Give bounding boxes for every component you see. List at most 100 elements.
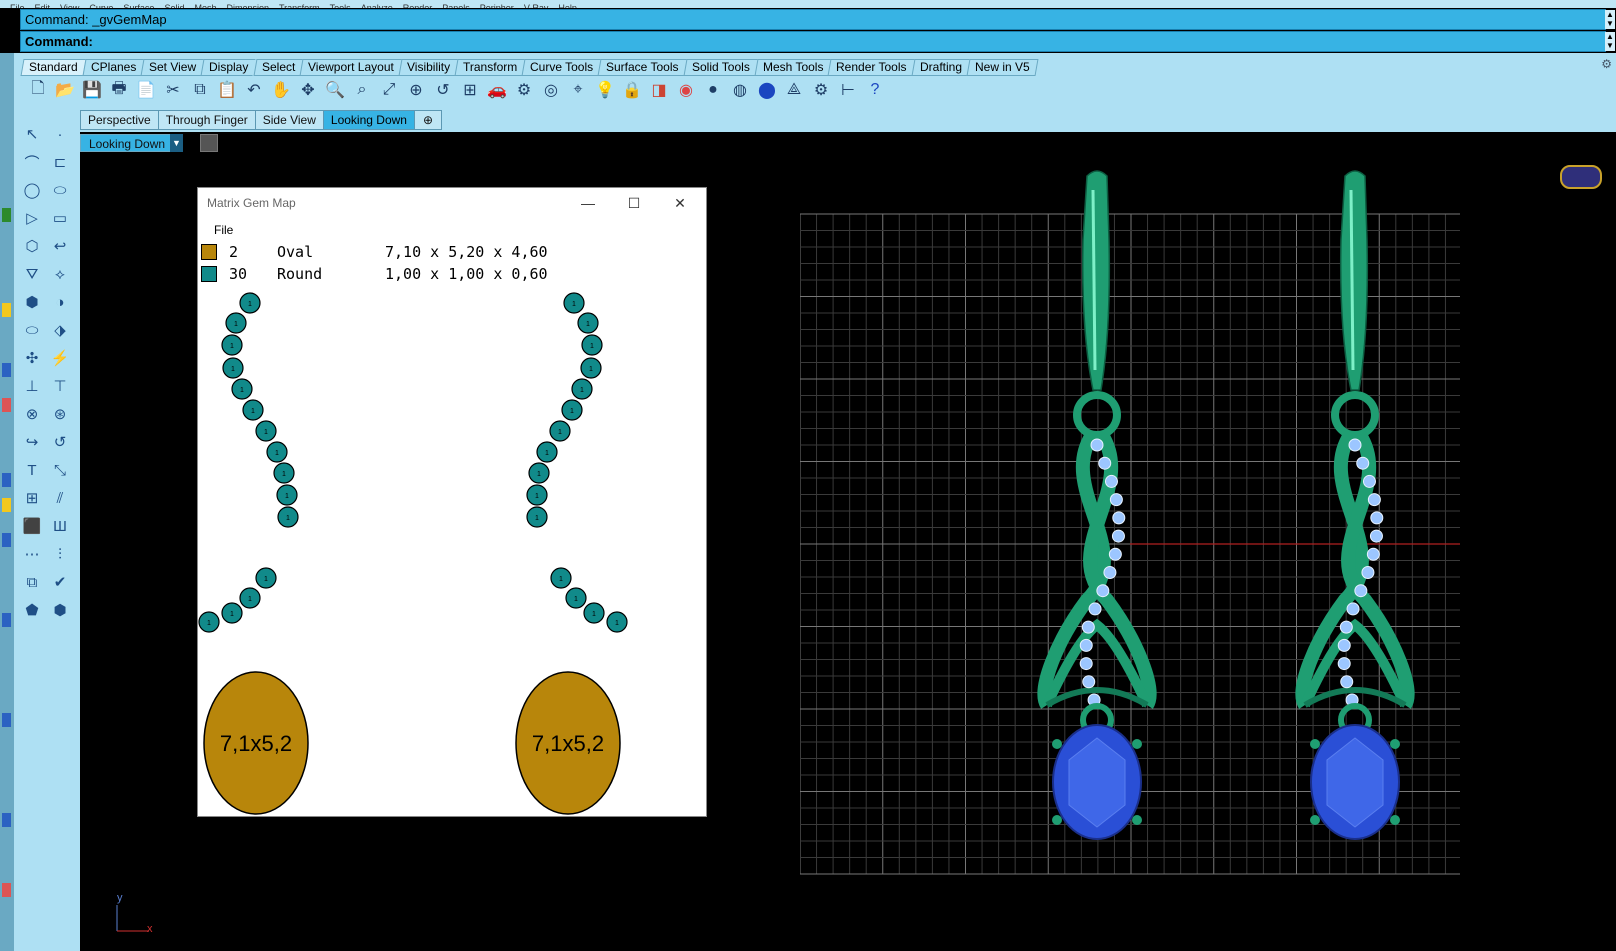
toolbar-tab[interactable]: Display	[200, 59, 257, 76]
import-icon[interactable]: 📄	[134, 79, 158, 101]
toolbar-tab[interactable]: Curve Tools	[521, 59, 601, 76]
light-bulb-icon[interactable]: 💡	[593, 79, 617, 101]
tool-icon[interactable]: ⤡	[46, 458, 74, 482]
lock-icon[interactable]: 🔒	[620, 79, 644, 101]
toolbar-tab[interactable]: Surface Tools	[597, 59, 687, 76]
tool-icon[interactable]: ⫽	[46, 486, 74, 510]
tool-icon[interactable]: ⊏	[46, 150, 74, 174]
close-button[interactable]: ✕	[660, 192, 700, 214]
color-wheel-icon[interactable]: ◉	[674, 79, 698, 101]
toolbar-tab[interactable]: Visibility	[398, 59, 458, 76]
rotate-view-icon[interactable]: ✥	[296, 79, 320, 101]
toolbar-tab[interactable]: Standard	[20, 59, 86, 76]
snap-icon[interactable]: ◎	[539, 79, 563, 101]
tool-icon[interactable]: ⬢	[46, 598, 74, 622]
menu-item[interactable]: Mesh	[194, 3, 216, 9]
toolbar-tab[interactable]: Transform	[454, 59, 525, 76]
dimension-icon[interactable]: ⊢	[836, 79, 860, 101]
tool-icon[interactable]: ↺	[46, 430, 74, 454]
options-icon[interactable]: ⚙	[512, 79, 536, 101]
rendered-sphere-icon[interactable]: ◍	[728, 79, 752, 101]
tool-icon[interactable]: ↖	[18, 122, 46, 146]
menu-item[interactable]: Dimension	[226, 3, 269, 9]
maximize-button[interactable]: ☐	[614, 192, 654, 214]
tool-icon[interactable]: ▭	[46, 206, 74, 230]
undo-view-icon[interactable]: ↺	[431, 79, 455, 101]
tool-icon[interactable]: ⬢	[18, 290, 46, 314]
tool-icon[interactable]: ✣	[18, 346, 46, 370]
toolbar-tab[interactable]: Solid Tools	[683, 59, 758, 76]
menu-item[interactable]: V-Ray	[524, 3, 549, 9]
zoom-window-icon[interactable]: ⌕	[350, 79, 374, 101]
minimize-button[interactable]: —	[568, 192, 608, 214]
four-viewports-icon[interactable]: ⊞	[458, 79, 482, 101]
menu-item[interactable]: Transform	[279, 3, 320, 9]
tool-icon[interactable]: Ш	[46, 514, 74, 538]
tool-icon[interactable]: ↪	[18, 430, 46, 454]
menu-item[interactable]: Curve	[89, 3, 113, 9]
tool-icon[interactable]: ⚡	[46, 346, 74, 370]
tool-icon[interactable]: ⧉	[18, 570, 46, 594]
viewport-tab[interactable]: Through Finger	[157, 110, 255, 130]
tool-icon[interactable]: ⋯	[18, 542, 46, 566]
viewport-title-dropdown[interactable]: Looking Down	[80, 134, 183, 152]
menu-item[interactable]: Surface	[123, 3, 154, 9]
viewport-tab[interactable]: Looking Down	[322, 110, 414, 130]
chevron-down-icon[interactable]: ▼	[170, 134, 183, 152]
tool-icon[interactable]: ⬛	[18, 514, 46, 538]
tool-icon[interactable]: ◯	[18, 178, 46, 202]
menu-item[interactable]: Panels	[442, 3, 470, 9]
menu-item[interactable]: Help	[558, 3, 577, 9]
zoom-selected-icon[interactable]: ⊕	[404, 79, 428, 101]
gem-map-window[interactable]: 1 1 1 1 1 1 1 1 1 1 1 1 1 1 1 1 1 1 1 1 1 1 1 1 1 1 1 1 1 1 7,1x5,2 7,1…	[197, 187, 707, 817]
save-icon[interactable]: 💾	[80, 79, 104, 101]
tool-icon[interactable]: ⛛	[18, 262, 46, 286]
render-blue-icon[interactable]: ⬤	[755, 79, 779, 101]
print-icon[interactable]: 🖶	[107, 79, 131, 101]
tool-icon[interactable]: ✔	[46, 570, 74, 594]
menu-item[interactable]: Analyze	[361, 3, 393, 9]
tool-icon[interactable]: ⊥	[18, 374, 46, 398]
cut-icon[interactable]: ✂	[161, 79, 185, 101]
tool-icon[interactable]: ⊞	[18, 486, 46, 510]
new-file-icon[interactable]: 🗋	[26, 79, 50, 101]
tool-icon[interactable]: ⬭	[46, 178, 74, 202]
tool-icon[interactable]: ⬭	[18, 318, 46, 342]
tool-icon[interactable]: ⫶	[46, 542, 74, 566]
tool-icon[interactable]: ⌒	[18, 150, 46, 174]
select-filter-icon[interactable]: ⟁	[782, 79, 806, 101]
tool-icon[interactable]: T	[18, 458, 46, 482]
viewport-tab[interactable]: Side View	[254, 110, 323, 130]
help-icon[interactable]: ?	[863, 79, 887, 101]
tool-icon[interactable]: ⬟	[18, 598, 46, 622]
car-icon[interactable]: 🚗	[485, 79, 509, 101]
tool-icon[interactable]: ↩	[46, 234, 74, 258]
tool-icon[interactable]: ◑	[46, 290, 74, 314]
toolbar-tab[interactable]: CPlanes	[82, 59, 144, 76]
menu-item[interactable]: Edit	[35, 3, 51, 9]
toolbar-tab[interactable]: Drafting	[911, 59, 970, 76]
menu-item[interactable]: File	[10, 3, 25, 9]
menu-item[interactable]: Render	[403, 3, 433, 9]
command-prompt[interactable]: Command: ▲ ▼	[20, 31, 1615, 52]
tool-icon[interactable]: ⬡	[18, 234, 46, 258]
tool-icon[interactable]: ⊛	[46, 402, 74, 426]
copy-icon[interactable]: ⧉	[188, 79, 212, 101]
object-snap-icon[interactable]: ⌖	[566, 79, 590, 101]
tool-icon[interactable]: ▷	[18, 206, 46, 230]
command-history-scrollbar[interactable]: ▲ ▼	[1605, 10, 1615, 29]
menu-item[interactable]: Solid	[164, 3, 184, 9]
menu-item[interactable]: View	[60, 3, 79, 9]
add-viewport-tab-icon[interactable]: ⊕	[413, 110, 442, 130]
pan-hand-icon[interactable]: ✋	[269, 79, 293, 101]
layer-icon[interactable]: ◨	[647, 79, 671, 101]
toolbar-tab[interactable]: Set View	[140, 59, 204, 76]
zoom-extents-icon[interactable]: ⤢	[377, 79, 401, 101]
tool-icon[interactable]: ·	[46, 122, 74, 146]
toolbar-options-icon[interactable]: ⚙	[1601, 57, 1612, 71]
toolbar-tab[interactable]: New in V5	[966, 59, 1038, 76]
paste-icon[interactable]: 📋	[215, 79, 239, 101]
menu-item[interactable]: Tools	[330, 3, 351, 9]
toolbar-tab[interactable]: Render Tools	[827, 59, 915, 76]
toolbar-tab[interactable]: Mesh Tools	[754, 59, 831, 76]
